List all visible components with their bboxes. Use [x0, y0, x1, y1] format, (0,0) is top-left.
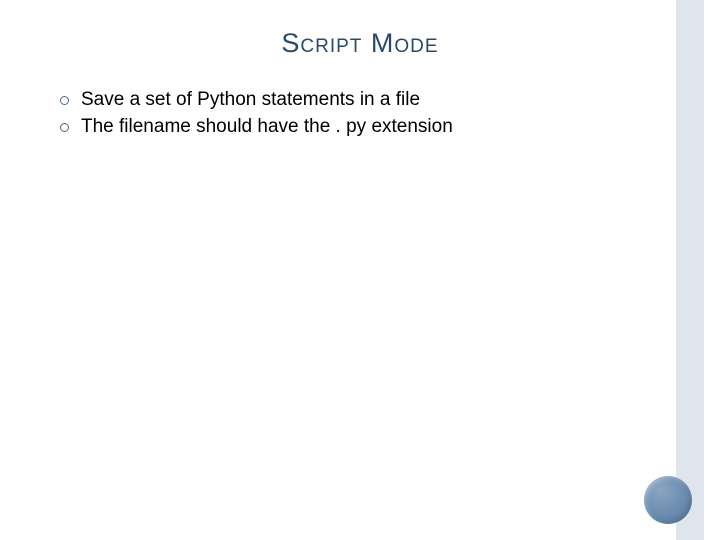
bullet-list: Save a set of Python statements in a fil…: [0, 79, 720, 138]
bullet-text: The filename should have the . py extens…: [81, 116, 453, 138]
list-item: The filename should have the . py extens…: [60, 116, 720, 138]
right-rail: [676, 0, 720, 540]
bullet-icon: [60, 123, 69, 132]
rail-band-right: [704, 0, 720, 540]
rail-band-left: [676, 0, 704, 540]
bullet-text: Save a set of Python statements in a fil…: [81, 89, 420, 111]
slide: Script Mode Save a set of Python stateme…: [0, 0, 720, 540]
circle-accent-icon: [644, 476, 692, 524]
slide-title: Script Mode: [0, 0, 720, 79]
bullet-icon: [60, 96, 69, 105]
list-item: Save a set of Python statements in a fil…: [60, 89, 720, 111]
